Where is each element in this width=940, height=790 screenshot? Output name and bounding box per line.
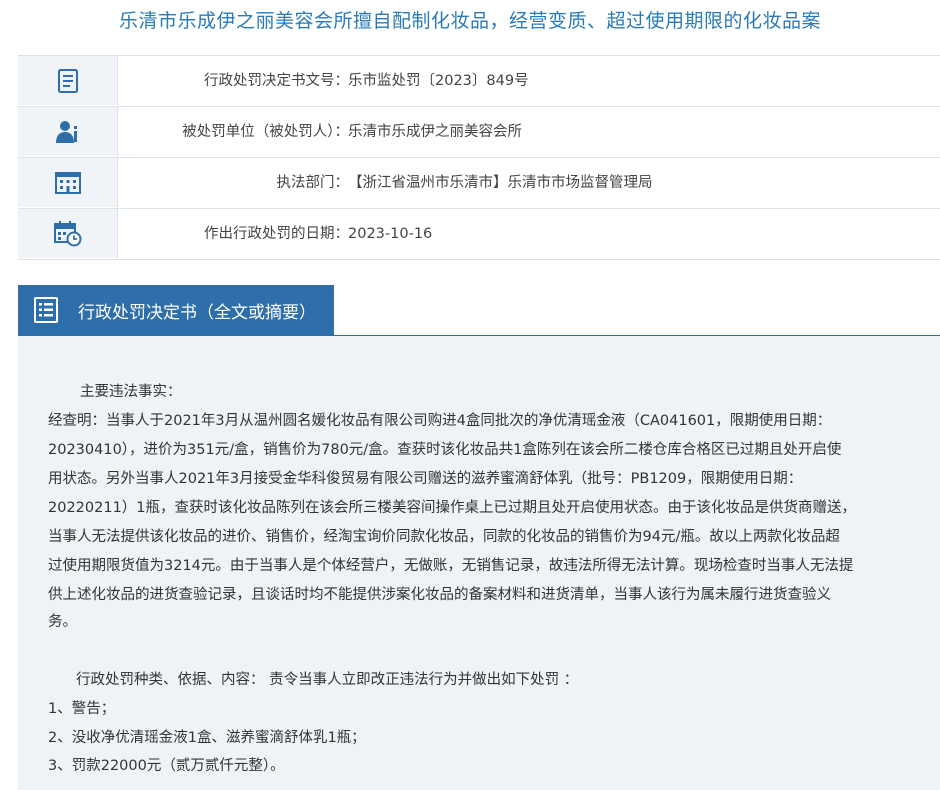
building-icon — [54, 171, 81, 194]
facts-line: 过使用期限货值为3214元。由于当事人是个体经营户，无做账，无销售记录，故违法所… — [48, 558, 854, 574]
section-header: 行政处罚决定书（全文或摘要） — [18, 285, 940, 336]
party-label: 被处罚单位（被处罚人）： — [182, 124, 349, 140]
section-tab: 行政处罚决定书（全文或摘要） — [18, 285, 334, 335]
facts-line: 当事人无法提供该化妆品的进价、销售价，经淘宝询价同款化妆品，同款的化妆品的销售价… — [48, 529, 840, 545]
section-title: 行政处罚决定书（全文或摘要） — [78, 302, 316, 323]
facts-line: 供上述化妆品的进货查验记录，且谈话时均不能提供涉案化妆品的备案材料和进货清单，当… — [48, 587, 831, 603]
page-title: 乐清市乐成伊之丽美容会所擅自配制化妆品，经营变质、超过使用期限的化妆品案 — [118, 10, 821, 32]
icon-cell — [18, 56, 118, 105]
icon-cell — [18, 107, 118, 156]
decision-no-label: 行政处罚决定书文号： — [204, 73, 349, 89]
facts-heading: 主要违法事实： — [80, 384, 182, 400]
date-value: 2023-10-16 — [348, 226, 433, 242]
penalty-heading: 行政处罚种类、依据、内容： 责令当事人立即改正违法行为并做出如下处罚 ： — [76, 672, 579, 688]
facts-line: 用状态。另外当事人2021年3月接受金华科俊贸易有限公司赠送的滋养蜜滴舒体乳（批… — [48, 471, 803, 487]
department-label: 执法部门： — [276, 175, 350, 191]
decision-content: 主要违法事实： 经查明：当事人于2021年3月从温州圆名媛化妆品有限公司购进4盒… — [18, 336, 940, 790]
document-icon — [57, 68, 78, 93]
info-table: 行政处罚决定书文号： 乐市监处罚〔2023〕849号 被处罚单位（被处罚人）： … — [18, 55, 940, 260]
penalty-item: 2、没收净优清瑶金液1盒、滋养蜜滴舒体乳1瓶； — [48, 730, 366, 746]
date-label: 作出行政处罚的日期： — [204, 226, 349, 242]
facts-line: 20220211）1瓶，查获时该化妆品陈列在该会所三楼美容间操作桌上已过期且处开… — [48, 500, 857, 516]
info-row-decision-no: 行政处罚决定书文号： 乐市监处罚〔2023〕849号 — [18, 56, 940, 107]
icon-cell — [18, 209, 118, 258]
penalty-item: 3、罚款22000元（贰万贰仟元整）。 — [48, 758, 285, 774]
calendar-clock-icon — [53, 220, 81, 246]
facts-line: 务。 — [48, 614, 77, 630]
facts-line: 经查明：当事人于2021年3月从温州圆名媛化妆品有限公司购进4盒同批次的净优清瑶… — [48, 413, 832, 429]
info-row-party: 被处罚单位（被处罚人）： 乐清市乐成伊之丽美容会所 — [18, 107, 940, 158]
info-row-department: 执法部门： 【浙江省温州市乐清市】乐清市市场监督管理局 — [18, 158, 940, 209]
icon-cell — [18, 158, 118, 207]
document-list-icon — [34, 297, 58, 323]
info-row-date: 作出行政处罚的日期： 2023-10-16 — [18, 209, 940, 260]
facts-line: 20230410），进价为351元/盒，销售价为780元/盒。查获时该化妆品共1… — [48, 442, 842, 458]
penalty-item: 1、警告； — [48, 701, 116, 717]
party-value: 乐清市乐成伊之丽美容会所 — [348, 124, 522, 140]
department-value: 【浙江省温州市乐清市】乐清市市场监督管理局 — [348, 175, 653, 191]
person-icon — [55, 120, 77, 143]
decision-no-value: 乐市监处罚〔2023〕849号 — [348, 73, 529, 89]
